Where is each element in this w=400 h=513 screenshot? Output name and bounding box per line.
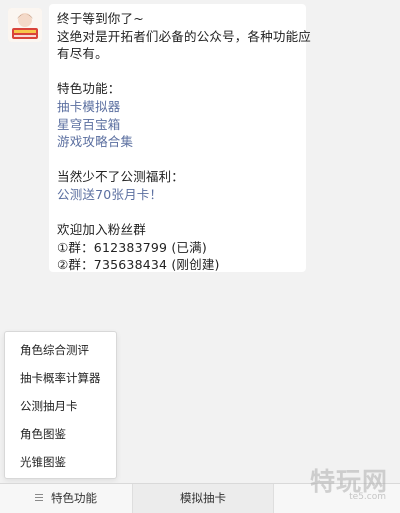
account-avatar[interactable] [8,8,42,42]
tab-features[interactable]: 特色功能 [0,484,132,513]
feature-link-gacha-simulator[interactable]: 抽卡模拟器 [57,99,121,114]
group-title: 欢迎加入粉丝群 [57,222,146,238]
feature-link-guides[interactable]: 游戏攻略合集 [57,134,133,149]
chat-page: 终于等到你了~ 这绝对是开拓者们必备的公众号，各种功能应 有尽有。 特色功能： … [0,0,400,513]
menu-lines-icon [35,483,43,512]
menu-item-character-gallery[interactable]: 角色图鉴 [5,420,116,448]
message-line: 这绝对是开拓者们必备的公众号，各种功能应 [57,28,312,44]
menu-item-monthly-card[interactable]: 公测抽月卡 [5,392,116,420]
welfare-title: 当然少不了公测福利： [57,169,185,185]
welfare-link[interactable]: 公测送70张月卡！ [57,187,162,202]
menu-item-gacha-calculator[interactable]: 抽卡概率计算器 [5,364,116,392]
tab-gacha-simulator[interactable]: 模拟抽卡 [133,484,273,513]
bottom-menu-bar: 特色功能 模拟抽卡 [0,483,400,513]
tab-third[interactable] [274,484,400,513]
tab-features-label: 特色功能 [51,491,97,505]
menu-item-character-review[interactable]: 角色综合测评 [5,336,116,364]
menu-item-light-cone-gallery[interactable]: 光锥图鉴 [5,448,116,476]
message-bubble: 终于等到你了~ 这绝对是开拓者们必备的公众号，各种功能应 有尽有。 特色功能： … [49,4,312,273]
message-line: 有尽有。 [57,46,108,62]
tab-gacha-label: 模拟抽卡 [180,491,226,505]
avatar-image [8,8,42,42]
feature-link-treasure-box[interactable]: 星穹百宝箱 [57,117,121,132]
group-line-1: ①群：612383799 (已满) [57,239,207,255]
message-line: 终于等到你了~ [57,11,144,26]
feature-popup-menu: 角色综合测评 抽卡概率计算器 公测抽月卡 角色图鉴 光锥图鉴 [4,331,117,479]
features-title: 特色功能： [57,81,121,97]
group-line-2: ②群：735638434 (刚创建) [57,257,220,273]
